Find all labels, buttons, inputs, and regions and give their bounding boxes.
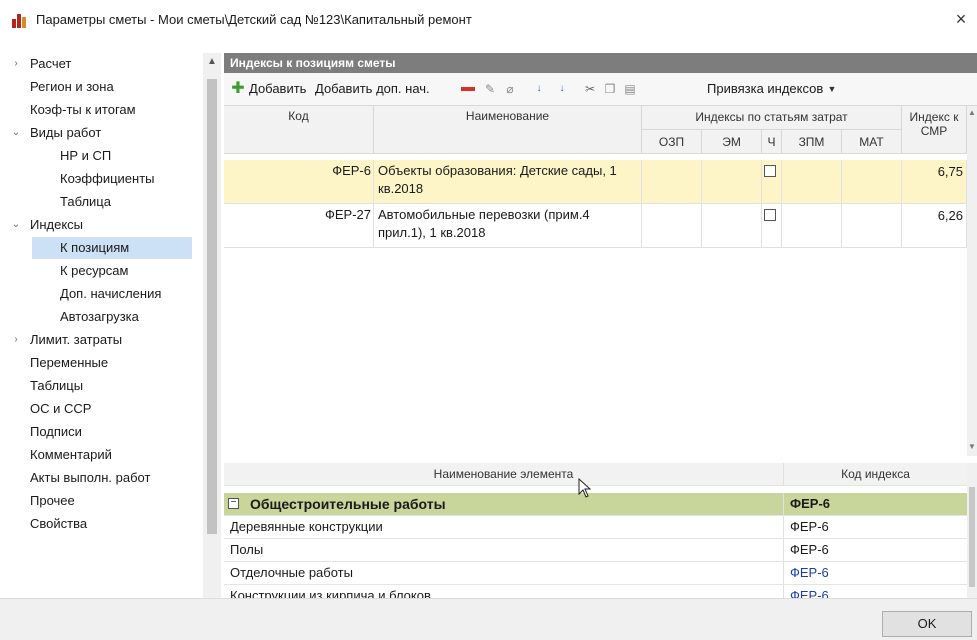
tree-item-autoload[interactable]: Автозагрузка: [8, 306, 203, 328]
tree-item-raschet[interactable]: › Расчет: [8, 53, 203, 75]
grid-bottom-scroll-thumb[interactable]: [969, 487, 975, 587]
mouse-cursor-icon: [578, 478, 592, 498]
chevron-right-icon[interactable]: ›: [10, 329, 22, 351]
row2-name[interactable]: Автомобильные перевозки (прим.4 прил.1),…: [374, 204, 642, 248]
row2-ch[interactable]: [762, 204, 782, 248]
col-header-ch[interactable]: Ч: [762, 130, 782, 154]
col-header-mat[interactable]: МАТ: [842, 130, 902, 154]
col-header-index-code[interactable]: Код индекса: [784, 463, 967, 485]
table-row[interactable]: Деревянные конструкции ФЕР-6: [224, 516, 967, 539]
dialog-footer: OK: [0, 598, 977, 640]
tree-item-limit-costs[interactable]: › Лимит. затраты: [8, 329, 203, 351]
col-header-zpm[interactable]: ЗПМ: [782, 130, 842, 154]
scroll-up-icon[interactable]: ▲: [967, 108, 977, 117]
row1-mat[interactable]: [842, 160, 902, 204]
tree-item-nr-sp[interactable]: НР и СП: [8, 145, 203, 167]
row1-ozp[interactable]: [642, 160, 702, 204]
col-header-name[interactable]: Наименование: [374, 106, 642, 154]
row2-em[interactable]: [702, 204, 762, 248]
row1-checkbox[interactable]: [764, 165, 776, 177]
row2-smr[interactable]: 6,26: [902, 204, 967, 248]
tree-item-tables[interactable]: Таблицы: [8, 375, 203, 397]
title-bar: Параметры сметы - Мои сметы\Детский сад …: [0, 0, 977, 40]
copy-icon[interactable]: ❐: [602, 81, 618, 97]
tree-item-acts[interactable]: Акты выполн. работ: [8, 467, 203, 489]
col-header-smr[interactable]: Индекс к СМР: [902, 106, 967, 154]
row2-ozp[interactable]: [642, 204, 702, 248]
table-row[interactable]: Общестроительные работы − ФЕР-6: [224, 493, 967, 516]
row1-name[interactable]: Объекты образования: Детские сады, 1 кв.…: [374, 160, 642, 204]
edit-icon[interactable]: ✎: [482, 81, 498, 97]
row1-ch[interactable]: [762, 160, 782, 204]
add-extra-charge-button[interactable]: Добавить доп. нач.: [315, 80, 430, 98]
app-icon: [12, 14, 28, 28]
chevron-down-icon[interactable]: ⌄: [10, 122, 22, 144]
tree-item-extra-charges[interactable]: Доп. начисления: [8, 283, 203, 305]
collapse-icon[interactable]: −: [228, 498, 239, 509]
col-header-code[interactable]: Код: [224, 106, 374, 154]
scroll-up-icon[interactable]: ▲: [203, 56, 221, 67]
panel-header: Индексы к позициям сметы: [224, 53, 977, 73]
dropdown-arrow-icon[interactable]: ▼: [824, 81, 840, 97]
tree-item-variables[interactable]: Переменные: [8, 352, 203, 374]
row1-smr[interactable]: 6,75: [902, 160, 967, 204]
tree-item-properties[interactable]: Свойства: [8, 513, 203, 535]
toolbar: ✚ Добавить Добавить доп. нач. ✎ ⌀ ↓ ↓ ✂ …: [224, 73, 977, 106]
close-button[interactable]: ×: [945, 4, 977, 36]
bottom-grid-header: Наименование элемента Код индекса: [224, 463, 967, 486]
tree-scroll-thumb[interactable]: [207, 79, 217, 534]
tree-scrollbar[interactable]: ▲ ▼: [203, 53, 221, 620]
tree-item-indexes[interactable]: ⌄ Индексы: [8, 214, 203, 236]
remove-icon[interactable]: [460, 81, 476, 97]
col-header-em[interactable]: ЭМ: [702, 130, 762, 154]
paste-icon[interactable]: ▤: [622, 81, 638, 97]
clear-icon[interactable]: ⌀: [502, 81, 518, 97]
add-icon[interactable]: ✚: [230, 81, 246, 97]
col-header-ozp[interactable]: ОЗП: [642, 130, 702, 154]
positions-index-grid: Код Наименование Индексы по статьям затр…: [224, 106, 967, 456]
window-title: Параметры сметы - Мои сметы\Детский сад …: [36, 12, 472, 27]
col-header-element-name[interactable]: Наименование элемента: [224, 463, 784, 485]
ok-button[interactable]: OK: [882, 611, 972, 637]
tree-item-table[interactable]: Таблица: [8, 191, 203, 213]
chevron-down-icon[interactable]: ⌄: [10, 214, 22, 236]
tree-item-other[interactable]: Прочее: [8, 490, 203, 512]
row1-code[interactable]: ФЕР-6: [224, 160, 374, 204]
tree-item-to-positions[interactable]: К позициям: [32, 237, 192, 259]
add-button[interactable]: Добавить: [249, 80, 306, 98]
chevron-right-icon[interactable]: ›: [10, 53, 22, 75]
row2-zpm[interactable]: [782, 204, 842, 248]
table-row[interactable]: Отделочные работы ФЕР-6: [224, 562, 967, 585]
tree-item-signatures[interactable]: Подписи: [8, 421, 203, 443]
tree-item-koef-totals[interactable]: Коэф-ты к итогам: [8, 99, 203, 121]
tree-item-to-resources[interactable]: К ресурсам: [8, 260, 203, 282]
tree-item-coefficients[interactable]: Коэффициенты: [8, 168, 203, 190]
tree-item-work-types[interactable]: ⌄ Виды работ: [8, 122, 203, 144]
tree-item-region[interactable]: Регион и зона: [8, 76, 203, 98]
tree-item-os-ssr[interactable]: ОС и ССР: [8, 398, 203, 420]
row2-code[interactable]: ФЕР-27: [224, 204, 374, 248]
cut-icon[interactable]: ✂: [582, 81, 598, 97]
row1-em[interactable]: [702, 160, 762, 204]
scroll-down-icon[interactable]: ▼: [967, 442, 977, 451]
row2-checkbox[interactable]: [764, 209, 776, 221]
col-header-group: Индексы по статьям затрат: [642, 106, 902, 130]
table-row[interactable]: Полы ФЕР-6: [224, 539, 967, 562]
row2-mat[interactable]: [842, 204, 902, 248]
sort-numeric-icon[interactable]: ↓: [531, 81, 547, 97]
tree-item-comment[interactable]: Комментарий: [8, 444, 203, 466]
sort-alpha-icon[interactable]: ↓: [554, 81, 570, 97]
grid-top-scrollbar[interactable]: ▲ ▼: [967, 106, 977, 456]
settings-tree: › Расчет Регион и зона Коэф-ты к итогам …: [8, 53, 221, 620]
index-binding-dropdown[interactable]: Привязка индексов: [707, 80, 823, 98]
row1-zpm[interactable]: [782, 160, 842, 204]
